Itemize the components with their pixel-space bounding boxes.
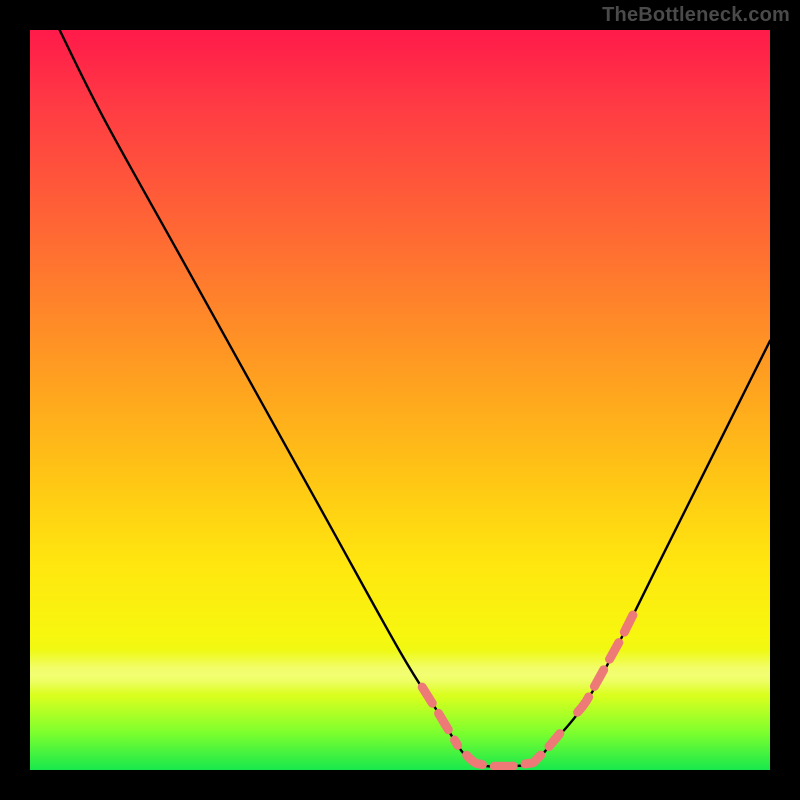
bottleneck-curve <box>60 30 770 767</box>
plot-area <box>30 30 770 770</box>
curve-svg <box>30 30 770 770</box>
chart-frame: TheBottleneck.com <box>0 0 800 800</box>
highlight-left-shoulder <box>422 687 458 745</box>
highlight-group <box>422 610 635 766</box>
highlight-right-shoulder <box>578 610 636 712</box>
watermark-text: TheBottleneck.com <box>602 4 790 27</box>
